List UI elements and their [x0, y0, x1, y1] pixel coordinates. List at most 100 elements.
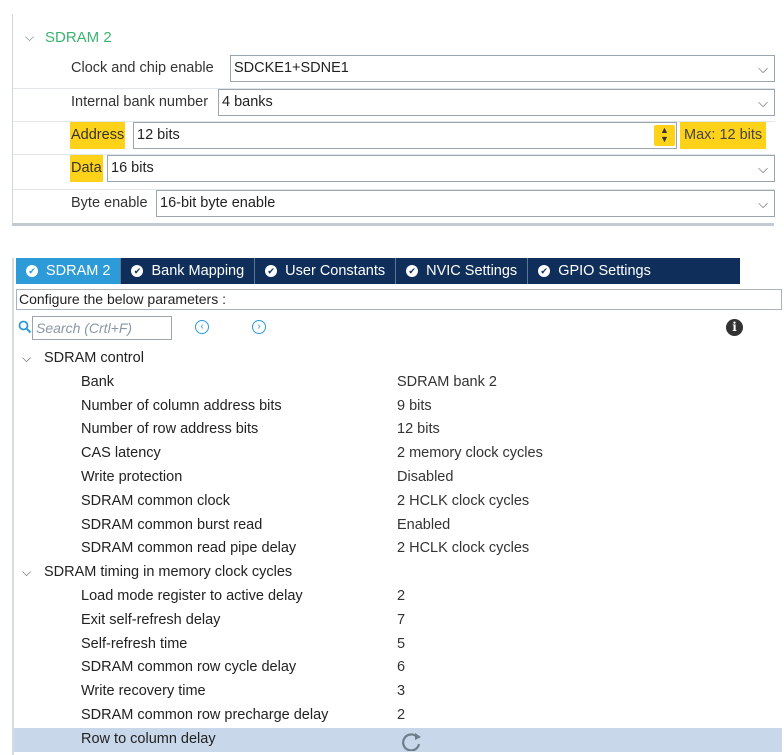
sdram-config-panel: ⌵ SDRAM 2 Clock and chip enable SDCKE1+S…: [12, 14, 775, 226]
clock-chip-enable-label: Clock and chip enable: [71, 60, 214, 76]
byte-enable-value: 16-bit byte enable: [160, 195, 276, 211]
param-row[interactable]: Load mode register to active delay 2: [14, 585, 782, 609]
internal-bank-number-label: Internal bank number: [71, 94, 209, 110]
tab-sdram2[interactable]: ✔ SDRAM 2: [16, 258, 122, 284]
byte-enable-row: Byte enable 16-bit byte enable ⌵: [13, 189, 775, 217]
data-select[interactable]: 16 bits ⌵: [107, 155, 775, 182]
section-title: SDRAM timing in memory clock cycles: [44, 564, 293, 581]
section-title: SDRAM control: [44, 350, 144, 366]
param-name: Write protection: [81, 468, 183, 485]
param-row[interactable]: Bank SDRAM bank 2: [14, 371, 782, 395]
param-row-selected[interactable]: Row to column delay: [14, 727, 782, 752]
section-sdram-control[interactable]: ⌵ SDRAM control: [14, 347, 782, 371]
internal-bank-number-value: 4 banks: [222, 94, 273, 110]
param-value: SDRAM bank 2: [397, 373, 497, 390]
param-value: 12 bits: [397, 421, 440, 438]
param-row[interactable]: SDRAM common clock 2 HCLK clock cycles: [14, 490, 782, 514]
param-value: 2: [397, 587, 406, 604]
next-match-icon[interactable]: ›: [252, 320, 266, 334]
param-name: Exit self-refresh delay: [81, 611, 221, 628]
param-name: SDRAM common clock: [81, 492, 231, 509]
data-label: Data: [70, 155, 103, 182]
param-row[interactable]: SDRAM common read pipe delay 2 HCLK clock…: [14, 537, 782, 561]
spinner-arrows-icon[interactable]: ▲ ▼: [654, 125, 675, 146]
address-max-label: Max: 12 bits: [680, 122, 767, 149]
param-row[interactable]: Write recovery time 3: [14, 680, 782, 704]
param-row[interactable]: Write protection Disabled: [14, 466, 782, 490]
tab-label: GPIO Settings: [558, 263, 651, 279]
param-value: 2 HCLK clock cycles: [397, 540, 530, 557]
chevron-down-icon[interactable]: ⌵: [22, 347, 31, 371]
check-circle-icon: ✔: [265, 265, 278, 277]
param-name: Self-refresh time: [81, 635, 188, 652]
param-value: 9 bits: [397, 397, 432, 414]
param-value: 3: [397, 683, 406, 700]
search-icon[interactable]: [18, 320, 32, 334]
param-name: SDRAM common row precharge delay: [81, 706, 329, 723]
param-name: SDRAM common row cycle delay: [81, 659, 297, 676]
group-title: SDRAM 2: [45, 28, 112, 46]
parameter-settings-panel: ✔ SDRAM 2 ✔ Bank Mapping ✔ User Constant…: [12, 258, 782, 755]
tab-nvic-settings[interactable]: ✔ NVIC Settings: [396, 258, 529, 284]
configure-parameters-header: Configure the below parameters :: [16, 289, 782, 310]
param-name: Number of column address bits: [81, 397, 282, 414]
param-value: 6: [397, 659, 406, 676]
param-name: Bank: [81, 373, 115, 390]
param-row[interactable]: Exit self-refresh delay 7: [14, 609, 782, 633]
tab-label: User Constants: [285, 263, 386, 279]
data-row: Data 16 bits ⌵: [13, 154, 775, 182]
clock-chip-enable-select[interactable]: SDCKE1+SDNE1 ⌵: [230, 55, 775, 82]
param-value: 5: [397, 635, 406, 652]
chevron-down-icon[interactable]: ⌵: [22, 561, 31, 585]
check-circle-icon: ✔: [538, 265, 551, 277]
address-label: Address: [70, 122, 126, 149]
param-value: 2: [397, 706, 406, 723]
param-row[interactable]: CAS latency 2 memory clock cycles: [14, 442, 782, 466]
tab-label: Bank Mapping: [151, 263, 245, 279]
address-row: Address 12 bits ▲ ▼ Max: 12 bits: [13, 121, 775, 149]
chevron-down-icon[interactable]: ⌵: [25, 30, 45, 45]
byte-enable-label: Byte enable: [71, 195, 148, 211]
param-row[interactable]: SDRAM common row precharge delay 2: [14, 704, 782, 728]
byte-enable-select[interactable]: 16-bit byte enable ⌵: [156, 190, 775, 217]
data-value: 16 bits: [111, 160, 154, 176]
param-value: 7: [397, 611, 406, 628]
param-value: Disabled: [397, 468, 454, 485]
param-name: SDRAM common burst read: [81, 516, 263, 533]
address-value: 12 bits: [137, 127, 180, 143]
param-row[interactable]: Number of row address bits 12 bits: [14, 418, 782, 442]
param-name: Load mode register to active delay: [81, 587, 303, 604]
tab-user-constants[interactable]: ✔ User Constants: [255, 258, 397, 284]
check-circle-icon: ✔: [26, 265, 38, 277]
chevron-down-icon: ⌵: [758, 196, 768, 211]
tab-gpio-settings[interactable]: ✔ GPIO Settings: [528, 258, 661, 284]
param-name: Row to column delay: [81, 730, 216, 747]
param-row[interactable]: Self-refresh time 5: [14, 633, 782, 657]
tab-bank-mapping[interactable]: ✔ Bank Mapping: [121, 258, 256, 284]
check-circle-icon: ✔: [131, 265, 144, 277]
param-row[interactable]: SDRAM common row cycle delay 6: [14, 656, 782, 680]
previous-match-icon[interactable]: ‹: [195, 320, 209, 334]
param-value: Enabled: [397, 516, 451, 533]
section-sdram-timing[interactable]: ⌵ SDRAM timing in memory clock cycles: [14, 561, 782, 585]
clock-chip-enable-row: Clock and chip enable SDCKE1+SDNE1 ⌵: [13, 55, 775, 82]
tab-label: SDRAM 2: [46, 263, 111, 279]
loading-spinner-icon: [402, 732, 421, 751]
param-value: 2 HCLK clock cycles: [397, 492, 530, 509]
address-spinner-field[interactable]: 12 bits ▲ ▼: [133, 122, 677, 149]
param-value: 2 memory clock cycles: [397, 445, 543, 462]
tab-label: NVIC Settings: [426, 263, 518, 279]
internal-bank-number-row: Internal bank number 4 banks ⌵: [13, 88, 775, 116]
param-name: Write recovery time: [81, 683, 206, 700]
param-row[interactable]: SDRAM common burst read Enabled: [14, 514, 782, 538]
config-tab-bar: ✔ SDRAM 2 ✔ Bank Mapping ✔ User Constant…: [16, 258, 740, 284]
param-name: CAS latency: [81, 445, 161, 462]
info-icon[interactable]: i: [726, 319, 743, 336]
chevron-down-icon: ⌵: [758, 161, 768, 176]
param-row[interactable]: Number of column address bits 9 bits: [14, 395, 782, 419]
internal-bank-number-select[interactable]: 4 banks ⌵: [218, 89, 775, 116]
chevron-down-icon: ⌵: [758, 61, 768, 76]
clock-chip-enable-value: SDCKE1+SDNE1: [234, 60, 349, 76]
search-input[interactable]: Search (Crtl+F): [32, 316, 172, 340]
group-header-sdram2[interactable]: ⌵ SDRAM 2: [25, 26, 112, 48]
